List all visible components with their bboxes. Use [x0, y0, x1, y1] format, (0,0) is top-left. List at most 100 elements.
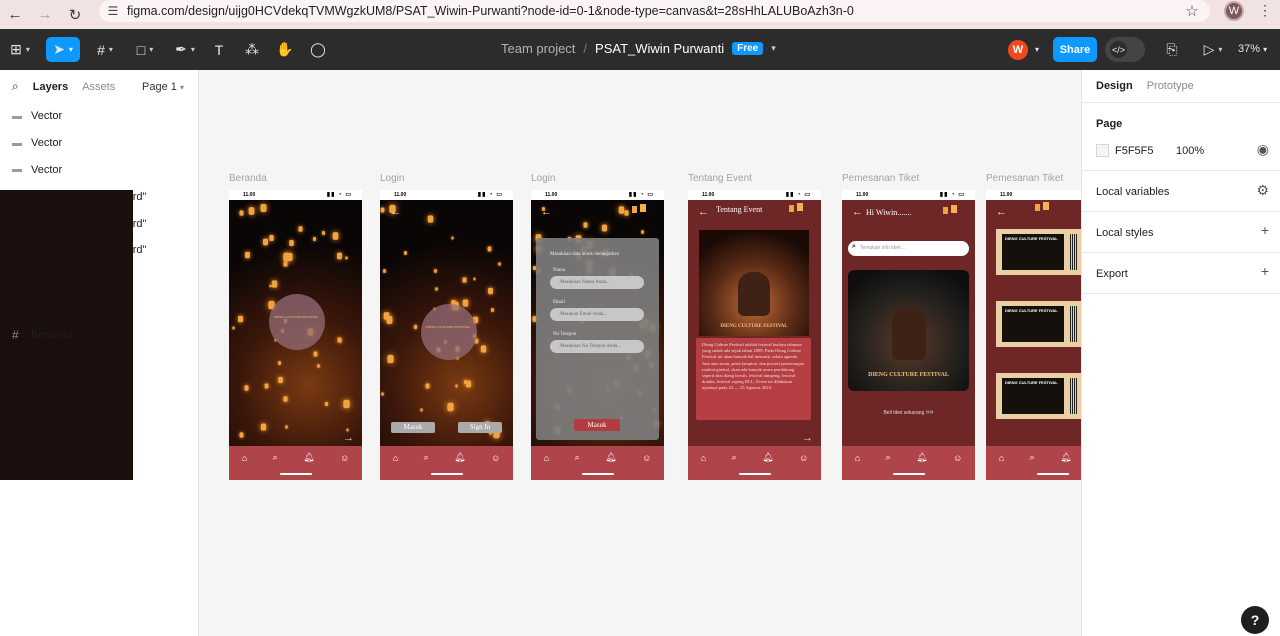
- frame-login-form[interactable]: 11.00 ▮▮ ◔ ▭ ← Masukkan data untuk melanj…: [531, 190, 664, 480]
- bell-icon[interactable]: 🔔︎: [762, 452, 773, 463]
- page-color-value[interactable]: F5F5F5: [1115, 145, 1154, 157]
- home-icon[interactable]: ⌂: [855, 453, 860, 463]
- main-menu-icon[interactable]: ⊞ ▾: [6, 37, 34, 62]
- search-icon[interactable]: ⌕: [886, 452, 891, 463]
- frame-label-pemesanan-tiket-2[interactable]: Pemesanan Tiket: [986, 173, 1063, 184]
- dev-mode-toggle[interactable]: </>: [1105, 37, 1145, 62]
- profile-icon[interactable]: ☺: [953, 453, 962, 463]
- address-bar[interactable]: ☰ figma.com/design/uijg0HCVdekqTVMWgzkUM…: [99, 0, 1210, 22]
- zoom-level[interactable]: 37% ▾: [1238, 43, 1267, 55]
- ticket-card[interactable]: DIENG CULTURE FESTIVAL: [996, 229, 1081, 275]
- phone-field[interactable]: Masukkan No Telepon Anda...: [550, 340, 644, 353]
- library-icon[interactable]: ⎘: [1162, 37, 1182, 62]
- tab-design[interactable]: Design: [1096, 80, 1133, 92]
- back-arrow-icon[interactable]: ←: [0, 6, 30, 23]
- submit-masuk-button[interactable]: Masuk: [574, 419, 620, 431]
- browser-profile-avatar[interactable]: W: [1224, 1, 1244, 21]
- search-icon[interactable]: ⌕: [424, 452, 429, 463]
- masuk-button[interactable]: Masuk: [391, 422, 435, 433]
- frame-label-pemesanan-tiket[interactable]: Pemesanan Tiket: [842, 173, 919, 184]
- arrow-back-icon[interactable]: ←: [698, 206, 709, 218]
- frame-pemesanan-tiket-list[interactable]: 11.00▮▮ ◔ ▭ ← DIENG CULTURE FESTIVAL DIE…: [986, 190, 1081, 480]
- text-tool-icon[interactable]: T: [209, 37, 229, 62]
- local-variables-label[interactable]: Local variables: [1096, 186, 1169, 198]
- ticket-card[interactable]: DIENG CULTURE FESTIVAL: [996, 301, 1081, 347]
- tab-assets[interactable]: Assets: [82, 81, 115, 93]
- avatar-chevron-icon[interactable]: ▾: [1031, 37, 1043, 62]
- user-avatar[interactable]: W: [1008, 40, 1028, 60]
- export-label[interactable]: Export: [1096, 268, 1128, 280]
- page-color-swatch[interactable]: [1096, 144, 1109, 157]
- bell-icon[interactable]: 🔔︎: [605, 452, 616, 463]
- present-play-icon[interactable]: ▷ ▾: [1199, 37, 1227, 62]
- move-tool-icon[interactable]: ➤ ▾: [46, 37, 80, 62]
- bell-icon[interactable]: 🔔︎: [454, 452, 465, 463]
- arrow-forward-icon[interactable]: →: [802, 432, 813, 444]
- forward-arrow-icon[interactable]: →: [30, 6, 60, 23]
- profile-icon[interactable]: ☺: [799, 453, 808, 463]
- home-icon[interactable]: ⌂: [393, 453, 398, 463]
- comment-tool-icon[interactable]: ◯: [308, 37, 328, 62]
- search-icon[interactable]: ⌕: [732, 452, 737, 463]
- help-button[interactable]: ?: [1241, 606, 1269, 634]
- layer-item[interactable]: ▬ Vector: [0, 130, 198, 157]
- buy-ticket-link[interactable]: Beli tiket sekarang »»: [842, 409, 975, 416]
- ticket-card[interactable]: DIENG CULTURE FESTIVAL: [996, 373, 1081, 419]
- site-info-icon[interactable]: ☰: [99, 4, 127, 18]
- profile-icon[interactable]: ☺: [491, 453, 500, 463]
- event-poster[interactable]: DIENG CULTURE FESTIVAL: [848, 270, 969, 391]
- eye-icon[interactable]: ◉: [1257, 141, 1269, 158]
- local-styles-label[interactable]: Local styles: [1096, 227, 1153, 239]
- layer-item[interactable]: ▬ Vector: [0, 157, 198, 184]
- layer-item[interactable]: ▬ Vector: [0, 103, 198, 130]
- email-field[interactable]: Masukan Email Anda...: [550, 308, 644, 321]
- frame-label-login[interactable]: Login: [380, 173, 404, 184]
- arrow-back-icon[interactable]: ←: [852, 206, 863, 218]
- frame-label-beranda[interactable]: Beranda: [229, 173, 267, 184]
- home-icon[interactable]: ⌂: [999, 453, 1004, 463]
- profile-icon[interactable]: ☺: [340, 453, 349, 463]
- arrow-back-icon[interactable]: ←: [390, 206, 401, 218]
- arrow-back-icon[interactable]: ←: [541, 206, 552, 218]
- frame-beranda[interactable]: 11.00 ▮▮ ◔ ▭ DIENG CULTURE FESTIVAL → ⌂ ⌕ 🔔…: [229, 190, 362, 480]
- profile-icon[interactable]: ☺: [642, 453, 651, 463]
- bell-icon[interactable]: 🔔︎: [303, 452, 314, 463]
- arrow-forward-icon[interactable]: →: [343, 432, 354, 444]
- hand-tool-icon[interactable]: ✋: [275, 37, 295, 62]
- tab-prototype[interactable]: Prototype: [1147, 80, 1194, 92]
- variables-settings-icon[interactable]: ⚙: [1256, 182, 1269, 199]
- arrow-back-icon[interactable]: ←: [996, 206, 1007, 218]
- shape-tool-icon[interactable]: □ ▾: [130, 37, 160, 62]
- search-icon[interactable]: ⌕: [575, 452, 580, 463]
- layer-item[interactable]: # Beranda: [0, 190, 133, 480]
- file-name[interactable]: PSAT_Wiwin Purwanti: [595, 41, 724, 56]
- frame-tentang-event[interactable]: 11.00 ▮▮ ◔ ▭ ← Tentang Event DIENG CULTUR…: [688, 190, 821, 480]
- canvas[interactable]: Beranda Login Login Tentang Event Pemesa…: [199, 70, 1081, 636]
- team-name[interactable]: Team project: [501, 41, 575, 56]
- search-icon[interactable]: ⌕: [1030, 452, 1035, 463]
- frame-login[interactable]: 11.00 ▮▮ ◔ ▭ ← DIENG CULTURE FESTIVAL Mas…: [380, 190, 513, 480]
- reload-icon[interactable]: ↻: [60, 6, 90, 24]
- add-export-icon[interactable]: +: [1261, 263, 1269, 279]
- frame-pemesanan-tiket[interactable]: 11.00 ▮▮ ◔ ▭ ← Hi Wiwin....... ⌕ Temukan i…: [842, 190, 975, 480]
- ticket-search-input[interactable]: ⌕ Temukan info tiket ...: [848, 241, 969, 256]
- bookmark-star-icon[interactable]: ☆: [1174, 2, 1210, 20]
- home-icon[interactable]: ⌂: [701, 453, 706, 463]
- home-icon[interactable]: ⌂: [242, 453, 247, 463]
- page-selector[interactable]: Page 1 ▾: [142, 81, 184, 93]
- pen-tool-icon[interactable]: ✒ ▾: [170, 37, 200, 62]
- bell-icon[interactable]: 🔔︎: [1060, 452, 1071, 463]
- search-icon[interactable]: ⌕: [12, 79, 19, 94]
- file-menu-chevron-icon[interactable]: ▾: [771, 43, 776, 54]
- home-icon[interactable]: ⌂: [544, 453, 549, 463]
- signin-button[interactable]: Sign In: [458, 422, 502, 433]
- browser-menu-icon[interactable]: ⋮: [1258, 2, 1272, 19]
- share-button[interactable]: Share: [1053, 37, 1097, 62]
- add-style-icon[interactable]: +: [1261, 222, 1269, 238]
- search-icon[interactable]: ⌕: [273, 452, 278, 463]
- page-opacity-value[interactable]: 100%: [1176, 145, 1204, 157]
- resources-icon[interactable]: ⁂: [242, 37, 262, 62]
- frame-label-tentang-event[interactable]: Tentang Event: [688, 173, 752, 184]
- tab-layers[interactable]: Layers: [33, 81, 68, 93]
- bell-icon[interactable]: 🔔︎: [916, 452, 927, 463]
